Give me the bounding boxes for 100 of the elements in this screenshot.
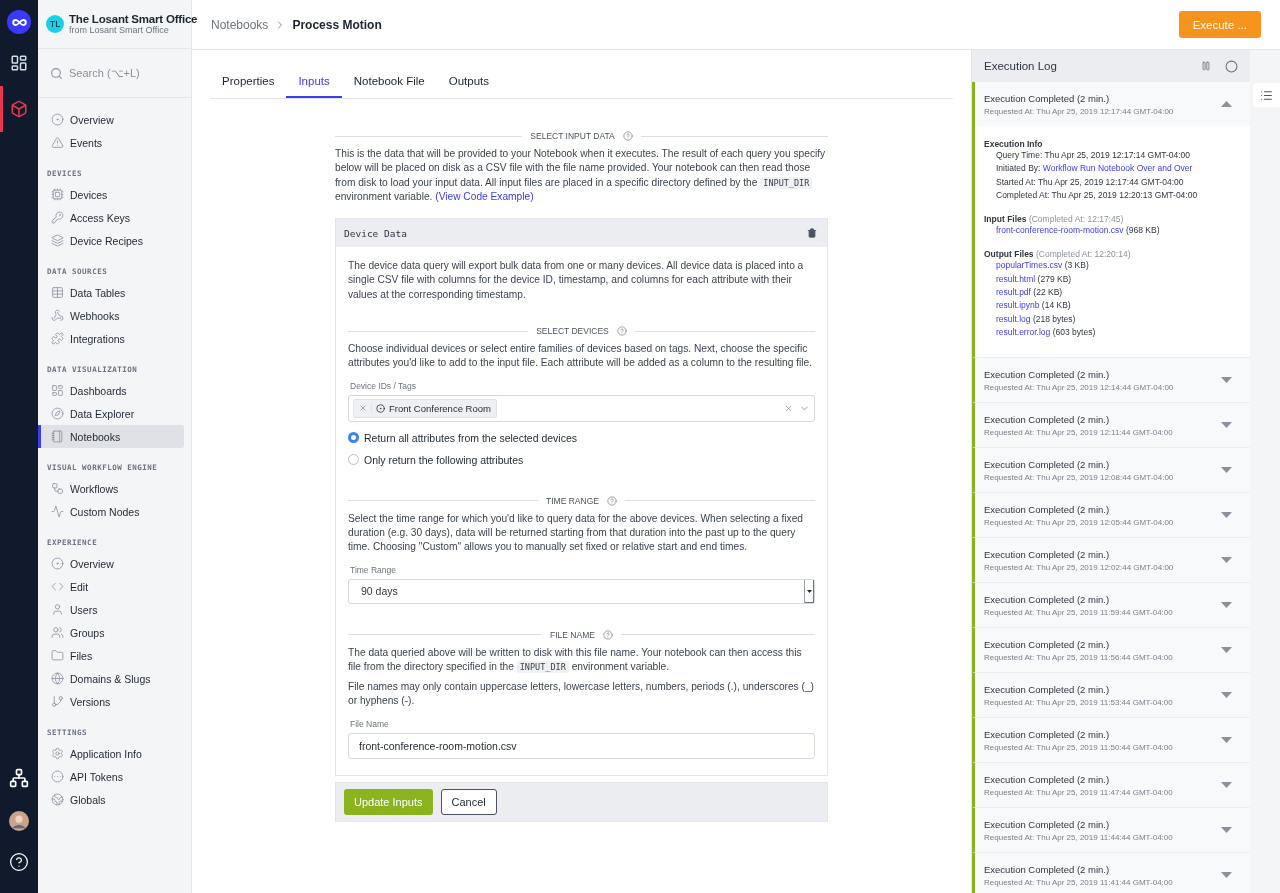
tab[interactable]: Properties — [210, 66, 287, 98]
caret-down-icon[interactable] — [1221, 512, 1232, 519]
breadcrumb-item[interactable]: Notebooks — [211, 17, 269, 32]
log-entry[interactable]: Execution Completed (2 min.) Requested At: Thu Apr 25, 2019 11:44:44 GMT-04:00 — [972, 808, 1250, 854]
sidebar-item[interactable]: Events — [38, 131, 184, 154]
sidebar-item[interactable]: Edit — [38, 575, 184, 598]
branch-icon — [51, 695, 64, 708]
sidebar-item[interactable]: Custom Nodes — [38, 500, 184, 523]
code-icon — [51, 580, 64, 593]
sidebar-item[interactable]: Data Explorer — [38, 402, 184, 425]
log-entry[interactable]: Execution Completed (2 min.) Requested At: Thu Apr 25, 2019 11:53:44 GMT-04:00 — [972, 673, 1250, 719]
log-entry[interactable] — [972, 82, 1250, 359]
log-entry[interactable]: Execution Completed (2 min.) Requested At: Thu Apr 25, 2019 11:47:44 GMT-04:00 — [972, 763, 1250, 809]
entry-title: Execution Completed (2 min.) — [984, 638, 1111, 650]
entry-title: Execution Completed (2 min.) — [984, 92, 1111, 104]
caret-down-icon[interactable] — [1221, 602, 1232, 609]
sidebar-item[interactable]: Device Recipes — [38, 229, 184, 252]
info-line: Started At: Thu Apr 25, 2019 12:17:44 GMT-04:00 — [995, 175, 1185, 189]
log-entry[interactable]: Execution Completed (2 min.) Requested At: Thu Apr 25, 2019 11:56:44 GMT-04:00 — [972, 628, 1250, 674]
cancel-button[interactable]: Cancel — [440, 788, 497, 815]
caret-up-icon[interactable] — [1221, 101, 1232, 107]
radio-button[interactable] — [348, 454, 359, 466]
log-entry[interactable]: Execution Completed (2 min.) Requested At: Thu Apr 25, 2019 12:11:44 GMT-04:00 — [972, 403, 1250, 449]
sidebar-item[interactable]: API Tokens — [38, 765, 184, 788]
caret-down-icon[interactable] — [1221, 422, 1232, 429]
sidebar-item[interactable]: Domains & Slugs — [38, 667, 184, 690]
log-entry[interactable]: Execution Completed (2 min.) Requested At: Thu Apr 25, 2019 12:02:44 GMT-04:00 — [972, 538, 1250, 584]
sidebar-item[interactable]: Integrations — [38, 327, 184, 350]
log-entry[interactable]: Execution Completed (2 min.) Requested At: Thu Apr 25, 2019 12:05:44 GMT-04:00 — [972, 493, 1250, 539]
code-example-link[interactable]: (View Code Example) — [435, 190, 534, 202]
sidebar-item[interactable]: Devices — [38, 183, 184, 206]
device-select[interactable]: Front Conference Room — [348, 394, 815, 422]
log-entry[interactable]: Execution Completed (2 min.) Requested At: Thu Apr 25, 2019 12:14:44 GMT-04:00 — [972, 358, 1250, 404]
radio-label[interactable]: Return all attributes from the selected devices — [364, 431, 578, 444]
log-entry[interactable]: Execution Completed (2 min.) Requested At: Thu Apr 25, 2019 12:08:44 GMT-04:00 — [972, 448, 1250, 494]
sidebar-item[interactable]: Notebooks — [38, 425, 184, 448]
file-name-field[interactable]: front-conference-room-motion.csv — [348, 732, 815, 759]
log-entry[interactable]: Execution Completed (2 min.) Requested At: Thu Apr 25, 2019 11:59:44 GMT-04:00 — [972, 583, 1250, 629]
workflow-link[interactable]: Workflow Run Notebook Over and Over — [1042, 163, 1193, 174]
info-line: Initiated By: Workflow Run Notebook Over and Over — [995, 162, 1194, 176]
caret-down-icon[interactable] — [1221, 827, 1232, 834]
sidebar-item[interactable]: Globals — [38, 788, 184, 811]
tab[interactable]: Notebook File — [341, 66, 437, 98]
sidebar-item[interactable]: Application Info — [38, 742, 184, 765]
caret-down-icon[interactable] — [1221, 692, 1232, 699]
pause-icon[interactable] — [1201, 61, 1211, 71]
app-name[interactable]: The Losant Smart Office — [69, 13, 198, 25]
files-title: Input Files (Completed At: 12:17:45) — [984, 214, 1125, 225]
puzzle-icon — [51, 332, 64, 345]
sidebar-item[interactable]: Groups — [38, 621, 184, 644]
trash-icon[interactable] — [807, 228, 817, 239]
sidebar-item[interactable]: Data Tables — [38, 281, 184, 304]
description-text: The data queried above will be written to disk with this file name. Your notebook can then access this file from the directory specified in the INPUT_DIR environment variable. — [348, 645, 803, 675]
sidebar-item[interactable]: Webhooks — [38, 304, 184, 327]
caret-down-icon[interactable] — [1221, 782, 1232, 789]
caret-down-icon[interactable] — [1221, 737, 1232, 744]
field-label: File Name — [350, 718, 390, 729]
device-tag[interactable]: Front Conference Room — [353, 398, 497, 418]
file-link[interactable]: result.html — [996, 273, 1036, 284]
remove-icon[interactable] — [359, 404, 367, 413]
caret-down-icon[interactable] — [1221, 557, 1232, 564]
caret-down-icon[interactable] — [1221, 377, 1232, 384]
caret-down-icon[interactable] — [1221, 647, 1232, 654]
logo-icon[interactable] — [7, 10, 31, 34]
sidebar-item[interactable]: Users — [38, 598, 184, 621]
file-link[interactable]: result.ipynb — [996, 300, 1040, 311]
sidebar-item[interactable]: Workflows — [38, 477, 184, 500]
tab[interactable]: Inputs — [286, 66, 342, 98]
entry-time: Requested At: Thu Apr 25, 2019 12:17:44 GMT-04:00 — [984, 106, 1175, 116]
caret-down-icon[interactable] — [1221, 872, 1232, 879]
file-link[interactable]: popularTimes.csv — [996, 260, 1063, 271]
circle-dot-icon — [51, 113, 64, 126]
intro-text: This is the data that will be provided to your Notebook when it executes. The result of each query you specify below will be placed on disk as a CSV file with the file name provided. Your notebook can then read those from disk to load your input data. All input files are placed in a specific directory defined by the INPUT_DIR environment variable. (View Code Example) — [335, 147, 827, 204]
tab[interactable]: Outputs — [436, 66, 501, 98]
log-entry[interactable]: Execution Completed (2 min.) Requested At: Thu Apr 25, 2019 11:41:44 GMT-04:00 — [972, 853, 1250, 893]
time-range-select[interactable]: 90 days — [348, 578, 815, 604]
circle-icon[interactable] — [1225, 59, 1238, 73]
log-entry[interactable]: Execution Completed (2 min.) Requested At: Thu Apr 25, 2019 11:50:44 GMT-04:00 — [972, 718, 1250, 764]
file-link[interactable]: result.log — [996, 313, 1031, 324]
file-link[interactable]: result.pdf — [996, 287, 1031, 298]
network-icon[interactable] — [9, 768, 29, 788]
table-icon — [51, 286, 64, 299]
list-icon[interactable] — [1253, 83, 1280, 107]
file-line: result.pdf (22 KB) — [995, 286, 1064, 300]
sidebar-item[interactable]: Overview — [38, 108, 184, 131]
caret-down-icon[interactable] — [1221, 467, 1232, 474]
sidebar-item[interactable]: Overview — [38, 552, 184, 575]
sidebar-item[interactable]: Dashboards — [38, 379, 184, 402]
file-link[interactable]: result.error.log — [996, 326, 1051, 337]
sidebar-item[interactable]: Access Keys — [38, 206, 184, 229]
sidebar-item[interactable]: Files — [38, 644, 184, 667]
radio-button[interactable] — [348, 432, 359, 444]
radio-label[interactable]: Only return the following attributes — [364, 453, 524, 466]
sidebar-item[interactable]: Versions — [38, 690, 184, 713]
entry-title: Execution Completed (2 min.) — [984, 728, 1111, 740]
entry-time: Requested At: Thu Apr 25, 2019 12:08:44 GMT-04:00 — [984, 472, 1175, 482]
file-link[interactable]: front-conference-room-motion.csv — [996, 225, 1124, 236]
avatar-icon[interactable] — [9, 810, 29, 830]
clear-icon[interactable] — [784, 403, 793, 413]
globe-icon — [51, 672, 64, 685]
